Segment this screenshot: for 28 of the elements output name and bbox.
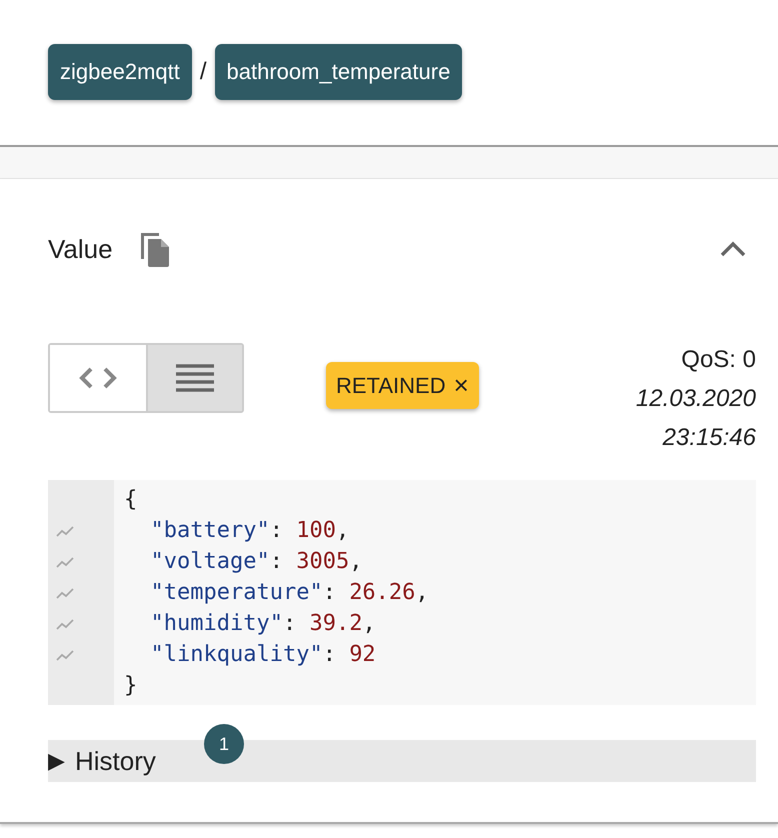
date-text: 12.03.2020 bbox=[636, 384, 756, 414]
breadcrumb-chip[interactable]: bathroom_temperature bbox=[214, 44, 462, 100]
collapse-chevron-icon[interactable] bbox=[720, 241, 746, 257]
trend-line-icon[interactable] bbox=[56, 556, 74, 568]
trend-line-icon[interactable] bbox=[56, 618, 74, 630]
code-line: "voltage": 3005, bbox=[150, 548, 364, 576]
time-text: 23:15:46 bbox=[662, 423, 756, 453]
close-icon[interactable]: × bbox=[454, 370, 469, 401]
code-line: "humidity": 39.2, bbox=[150, 610, 377, 638]
breadcrumb-separator: / bbox=[200, 57, 207, 87]
copy-icon[interactable] bbox=[138, 231, 171, 267]
trend-line-icon[interactable] bbox=[56, 648, 74, 660]
list-view-button[interactable] bbox=[146, 345, 242, 411]
count-badge: 1 bbox=[204, 724, 244, 764]
trend-line-icon[interactable] bbox=[56, 586, 74, 598]
retained-chip[interactable]: RETAINED × bbox=[326, 362, 479, 409]
code-line: } bbox=[124, 672, 138, 700]
lines-icon bbox=[176, 364, 214, 392]
trend-line-icon[interactable] bbox=[56, 524, 74, 536]
code-line: "temperature": 26.26, bbox=[150, 579, 429, 607]
code-line: "linkquality": 92 bbox=[150, 641, 377, 669]
panel-title: Value bbox=[48, 234, 113, 264]
code-line: { bbox=[124, 486, 138, 514]
code-brackets-icon bbox=[78, 365, 118, 391]
code-line: "battery": 100, bbox=[150, 517, 350, 545]
history-toggle[interactable]: ▶ History bbox=[48, 746, 156, 776]
breadcrumb-chip[interactable]: zigbee2mqtt bbox=[48, 44, 192, 100]
qos-label: QoS: 0 bbox=[681, 345, 756, 375]
